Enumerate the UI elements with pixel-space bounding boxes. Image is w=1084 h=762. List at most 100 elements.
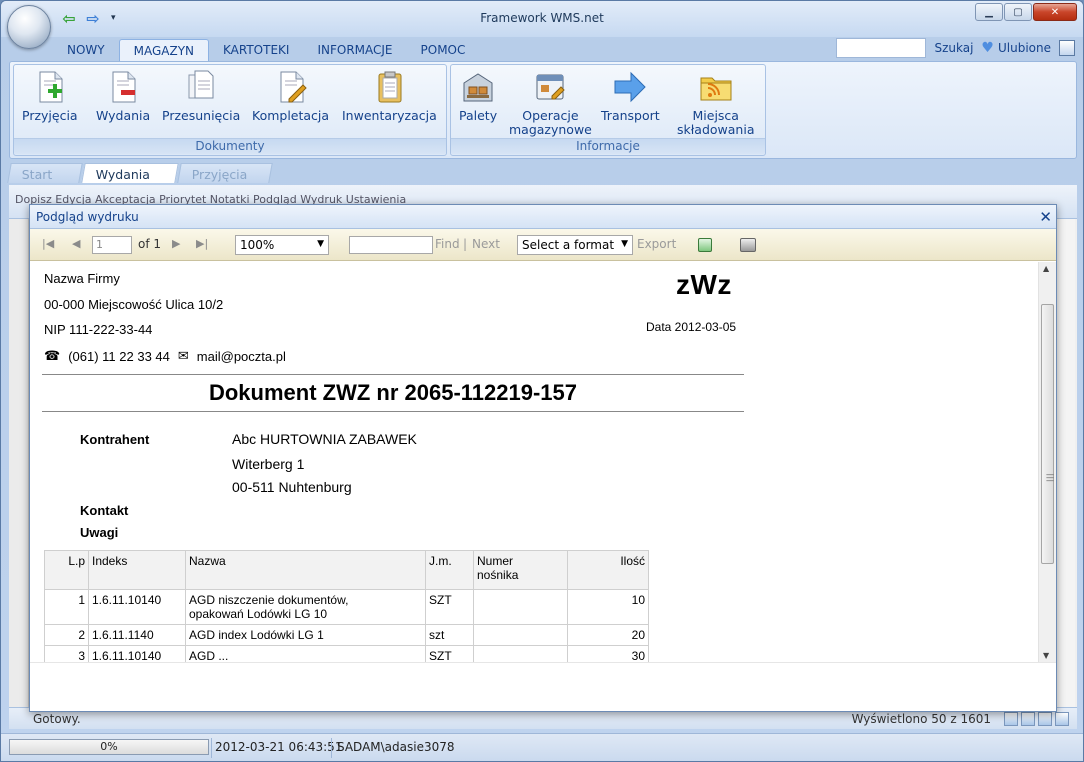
palety-label: Palety bbox=[459, 108, 498, 123]
cell-nazwa: AGD ... bbox=[185, 645, 426, 662]
operacje-magazynowe-label: Operacje magazynowe bbox=[509, 108, 592, 137]
przesuniecia-button[interactable]: Przesunięcia bbox=[162, 69, 240, 123]
app-window: ⇦ ⇨ ▾ Framework WMS.net ▁ ▢ ✕ NOWY MAGAZ… bbox=[0, 0, 1084, 762]
inwentaryzacja-button[interactable]: Inwentaryzacja bbox=[342, 69, 437, 123]
refresh-icon[interactable] bbox=[698, 238, 712, 252]
window-title: Framework WMS.net bbox=[480, 11, 604, 25]
previous-page-icon[interactable]: ◀ bbox=[72, 237, 80, 250]
zoom-select[interactable]: 100% ▼ bbox=[235, 235, 329, 255]
title-bar: ⇦ ⇨ ▾ Framework WMS.net ▁ ▢ ✕ bbox=[1, 1, 1083, 37]
dialog-title: Podgląd wydruku bbox=[36, 210, 139, 224]
ribbon-tabs: NOWY MAGAZYN KARTOTEKI INFORMACJE POMOC bbox=[53, 39, 479, 61]
document-date: Data 2012-03-05 bbox=[646, 320, 737, 334]
export-status-icon[interactable] bbox=[1038, 712, 1052, 726]
dialog-close-icon[interactable]: ✕ bbox=[1039, 208, 1052, 226]
report-viewer-toolbar: |◀ ◀ 1 of 1 ▶ ▶| 100% ▼ Find | Next Selec… bbox=[30, 229, 1056, 261]
cell-jm: szt bbox=[425, 624, 474, 646]
company-name: Nazwa Firmy bbox=[44, 271, 120, 286]
close-icon: ✕ bbox=[1050, 6, 1060, 18]
company-nip: NIP 111-222-33-44 bbox=[44, 322, 153, 337]
next-page-icon[interactable]: ▶ bbox=[172, 237, 180, 250]
document-edit-icon bbox=[280, 71, 307, 103]
close-button[interactable]: ✕ bbox=[1033, 3, 1077, 21]
ribbon-tab-pomoc[interactable]: POMOC bbox=[407, 39, 480, 61]
operacje-magazynowe-button[interactable]: Operacje magazynowe bbox=[509, 69, 592, 137]
cell-indeks: 1.6.11.10140 bbox=[88, 589, 186, 625]
dialog-titlebar: Podgląd wydruku ✕ bbox=[30, 205, 1056, 229]
report-page: Nazwa Firmy 00-000 Miejscowość Ulica 10/… bbox=[30, 262, 1056, 662]
contractor-label: Kontrahent bbox=[80, 432, 150, 447]
cell-ilosc: 10 bbox=[567, 589, 649, 625]
cell-jm: SZT bbox=[425, 589, 474, 625]
cell-nazwa: AGD niszczenie dokumentów, opakowań Lodów… bbox=[185, 589, 426, 625]
search-area: Szukaj ♥ Ulubione bbox=[836, 38, 1075, 58]
tab-wydania[interactable]: Wydania× bbox=[81, 163, 179, 197]
settings-status-icon[interactable] bbox=[1055, 712, 1069, 726]
cell-nosnik bbox=[473, 624, 568, 646]
column-header-jm: J.m. bbox=[425, 550, 474, 590]
dropdown-arrow-icon: ▼ bbox=[621, 239, 628, 249]
next-link[interactable]: Next bbox=[472, 237, 500, 251]
kompletacja-button[interactable]: Kompletacja bbox=[252, 69, 329, 123]
wydania-button[interactable]: Wydania bbox=[96, 69, 150, 123]
ribbon-body: Przyjęcia Wydania Przesunięcia Kompletac… bbox=[9, 61, 1077, 159]
cell-nosnik bbox=[473, 589, 568, 625]
scroll-down-icon[interactable]: ▼ bbox=[1043, 651, 1049, 660]
window-list-icon[interactable] bbox=[1059, 40, 1075, 56]
background-left-panel bbox=[9, 219, 29, 709]
last-page-icon[interactable]: ▶| bbox=[196, 237, 208, 250]
application-menu-orb[interactable] bbox=[7, 5, 51, 49]
tab-start[interactable]: Start bbox=[7, 163, 83, 183]
print-icon[interactable] bbox=[740, 238, 756, 252]
clipboard-icon bbox=[378, 71, 402, 103]
document-title: Dokument ZWZ nr 2065-112219-157 bbox=[208, 380, 578, 405]
find-input[interactable] bbox=[349, 236, 433, 254]
scrollbar-thumb[interactable]: — — — bbox=[1041, 304, 1054, 564]
documents-copy-icon bbox=[188, 70, 214, 99]
document-tabs: Start Wydania× Przyjęcia bbox=[7, 161, 1077, 197]
przyjecia-button[interactable]: Przyjęcia bbox=[22, 69, 78, 123]
export-link[interactable]: Export bbox=[637, 237, 676, 251]
page-number-input[interactable]: 1 bbox=[92, 236, 132, 254]
cell-jm: SZT bbox=[425, 645, 474, 662]
search-input[interactable] bbox=[836, 38, 927, 58]
ribbon-tab-magazyn[interactable]: MAGAZYN bbox=[118, 39, 210, 61]
maximize-button[interactable]: ▢ bbox=[1004, 3, 1032, 21]
miejsca-skladowania-button[interactable]: Miejsca składowania bbox=[677, 69, 754, 137]
column-header-nazwa: Nazwa bbox=[185, 550, 426, 590]
minimize-button[interactable]: ▁ bbox=[975, 3, 1003, 21]
status-datetime: 2012-03-21 06:43:51 bbox=[215, 740, 343, 754]
refresh-status-icon[interactable] bbox=[1004, 712, 1018, 726]
find-link[interactable]: Find bbox=[435, 237, 460, 251]
ribbon-tab-kartoteki[interactable]: KARTOTEKI bbox=[209, 39, 303, 61]
wydania-label: Wydania bbox=[96, 108, 151, 123]
find-separator: | bbox=[463, 237, 468, 251]
table-row: 1 1.6.11.10140 AGD niszczenie dokumentów… bbox=[44, 589, 649, 625]
contractor-street: Witerberg 1 bbox=[232, 456, 305, 472]
search-button[interactable]: Szukaj bbox=[934, 41, 973, 55]
ribbon-tab-nowy[interactable]: NOWY bbox=[53, 39, 119, 61]
table-row: 3 1.6.11.10140 AGD ... SZT 30 bbox=[44, 645, 649, 662]
palety-button[interactable]: Palety bbox=[459, 69, 497, 123]
transport-button[interactable]: Transport bbox=[601, 69, 660, 123]
print-preview-dialog: Podgląd wydruku ✕ |◀ ◀ 1 of 1 ▶ ▶| 100% ▼… bbox=[29, 204, 1057, 712]
przesuniecia-label: Przesunięcia bbox=[162, 108, 241, 123]
table-header-row: L.p Indeks Nazwa J.m. Numer nośnika Ilość bbox=[44, 550, 649, 590]
filter-status-icon[interactable] bbox=[1021, 712, 1035, 726]
cell-indeks: 1.6.11.10140 bbox=[88, 645, 186, 662]
tab-przyjecia[interactable]: Przyjęcia bbox=[177, 163, 273, 183]
heart-icon: ♥ bbox=[981, 40, 994, 56]
company-address: 00-000 Miejscowość Ulica 10/2 bbox=[44, 297, 224, 312]
export-format-select[interactable]: Select a format ▼ bbox=[517, 235, 633, 255]
contact-row: ☎ (061) 11 22 33 44 ✉ mail@poczta.pl bbox=[44, 348, 286, 364]
arrow-right-icon bbox=[614, 71, 647, 103]
page-count: of 1 bbox=[138, 237, 162, 251]
first-page-icon[interactable]: |◀ bbox=[42, 237, 54, 250]
envelope-icon: ✉ bbox=[177, 348, 189, 363]
grip-icon: — — — bbox=[1046, 470, 1054, 485]
ribbon-tab-informacje[interactable]: INFORMACJE bbox=[303, 39, 406, 61]
cell-nazwa: AGD index Lodówki LG 1 bbox=[185, 624, 426, 646]
scroll-up-icon[interactable]: ▲ bbox=[1043, 264, 1049, 273]
report-scrollbar[interactable]: ▲ — — — ▼ bbox=[1038, 262, 1056, 662]
favorites-button[interactable]: ♥ Ulubione bbox=[981, 40, 1051, 56]
